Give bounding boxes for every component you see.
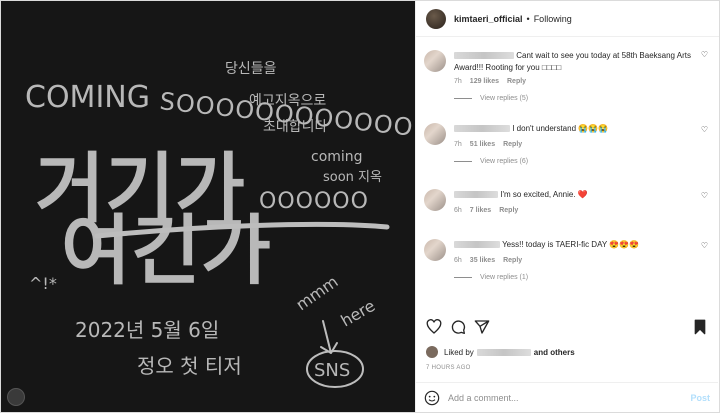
comment-time: 7h (454, 78, 462, 85)
commenter-avatar[interactable] (424, 50, 446, 72)
comment-item: Yess!! today is TAERI-fic DAY 😍😍😍 6h 35 … (416, 229, 718, 297)
reply-button[interactable]: Reply (499, 207, 518, 214)
reply-button[interactable]: Reply (503, 257, 522, 264)
view-replies-label: View replies (1) (480, 274, 529, 281)
action-bar (416, 317, 718, 339)
reply-button[interactable]: Reply (503, 141, 522, 148)
date-text: 2022년 5월 6일 (75, 318, 219, 342)
comments-list: Cant wait to see you today at 58th Baeks… (416, 38, 718, 308)
comment-item: I don't understand 😭😭😭 7h 51 likes Reply… (416, 113, 718, 179)
comment-emoji: 😭😭😭 (578, 124, 609, 133)
chalk-artwork: COMING SOOOOOOOOOOOO OOOOOO 당신들을 예고지옥으로 … (25, 61, 415, 388)
post-image[interactable]: COMING SOOOOOOOOOOOO OOOOOO 당신들을 예고지옥으로 … (1, 1, 415, 412)
commenter-name-redacted[interactable] (454, 241, 500, 249)
comment-text-row: I'm so excited, Annie. ❤️ (454, 189, 694, 201)
following-button[interactable]: Following (534, 14, 572, 24)
post-comment-button[interactable]: Post (690, 393, 710, 403)
comment-meta: 6h 7 likes Reply (454, 207, 694, 214)
instagram-post: COMING SOOOOOOOOOOOO OOOOOO 당신들을 예고지옥으로 … (0, 0, 720, 413)
comment-emoji: □□□□ (541, 63, 562, 72)
add-comment-bar: Post (416, 382, 718, 412)
like-heart-icon[interactable] (426, 319, 442, 335)
view-replies-label: View replies (5) (480, 95, 529, 102)
sns-text: SNS (314, 360, 350, 381)
replies-line (454, 98, 472, 99)
comment-emoji: 😍😍😍 (609, 240, 640, 249)
liked-by-prefix: Liked by (444, 347, 474, 357)
commenter-name-redacted[interactable] (454, 125, 510, 133)
teaser-text: 정오 첫 티저 (137, 354, 242, 378)
liker-name-redacted[interactable] (476, 348, 531, 356)
comment-meta: 7h 51 likes Reply (454, 141, 694, 148)
post-side-panel: kimtaeri_official • Following Cant wait … (415, 1, 719, 412)
share-icon[interactable] (474, 319, 490, 335)
emoji-smiley-icon[interactable] (424, 390, 440, 406)
coming-small-text: coming (311, 149, 363, 165)
view-replies-label: View replies (6) (480, 158, 529, 165)
commenter-avatar[interactable] (424, 123, 446, 145)
likes-and-others-link[interactable]: and others (534, 348, 575, 357)
comment-like-heart-icon[interactable]: ♡ (701, 50, 708, 59)
commenter-name-redacted[interactable] (454, 52, 514, 60)
comment-like-heart-icon[interactable]: ♡ (701, 125, 708, 134)
author-username[interactable]: kimtaeri_official (454, 14, 523, 24)
comment-text-row: I don't understand 😭😭😭 (454, 123, 694, 135)
view-replies-button[interactable]: View replies (1) (454, 274, 694, 281)
korean-line-1: 당신들을 (225, 61, 277, 77)
save-bookmark-icon[interactable] (692, 319, 708, 335)
soon-text: soon 지옥 (323, 170, 382, 185)
comment-time: 6h (454, 257, 462, 264)
comment-text-row: Yess!! today is TAERI-fic DAY 😍😍😍 (454, 239, 694, 251)
mmm-text: mmm (292, 272, 341, 314)
comment-item: Cant wait to see you today at 58th Baeks… (416, 38, 718, 113)
comment-like-heart-icon[interactable]: ♡ (701, 241, 708, 250)
likes-summary: Liked by and others (426, 346, 575, 358)
comment-meta: 7h 129 likes Reply (454, 78, 694, 85)
ooo-text: OOOOOO (259, 189, 369, 214)
coming-text: COMING (25, 80, 150, 115)
header-separator: • (526, 13, 530, 24)
view-replies-button[interactable]: View replies (6) (454, 158, 694, 165)
comment-meta: 6h 35 likes Reply (454, 257, 694, 264)
commenter-name-redacted[interactable] (454, 191, 498, 199)
comment-emoji: ❤️ (577, 190, 588, 199)
profile-corner-icon (7, 388, 25, 406)
comment-likes[interactable]: 35 likes (470, 257, 495, 264)
replies-line (454, 277, 472, 278)
commenter-avatar[interactable] (424, 239, 446, 261)
headline-line-2: 여긴가 (61, 206, 271, 295)
comment-icon[interactable] (450, 319, 466, 335)
comment-likes[interactable]: 51 likes (470, 141, 495, 148)
comment-text-row: Cant wait to see you today at 58th Baeks… (454, 50, 694, 74)
korean-line-2: 예고지옥으로 (249, 93, 326, 109)
reply-button[interactable]: Reply (507, 78, 526, 85)
author-avatar[interactable] (426, 8, 446, 29)
comment-likes[interactable]: 129 likes (470, 78, 499, 85)
view-replies-button[interactable]: View replies (5) (454, 95, 694, 102)
comment-input[interactable] (448, 392, 691, 403)
comment-likes[interactable]: 7 likes (470, 207, 491, 214)
arrow-stroke (320, 320, 338, 354)
comment-text: I'm so excited, Annie. (500, 190, 576, 199)
replies-line (454, 161, 472, 162)
liker-avatar[interactable] (426, 346, 438, 358)
comment-time: 6h (454, 207, 462, 214)
comment-text: I don't understand (512, 124, 577, 133)
comment-time: 7h (454, 141, 462, 148)
commenter-avatar[interactable] (424, 189, 446, 211)
post-timestamp: 7 HOURS AGO (426, 365, 471, 371)
doodle-text: ^!* (29, 274, 57, 293)
comment-text: Yess!! today is TAERI-fic DAY (502, 240, 608, 249)
korean-line-3: 초대합니다 (263, 119, 328, 135)
comment-like-heart-icon[interactable]: ♡ (701, 191, 708, 200)
comment-item: I'm so excited, Annie. ❤️ 6h 7 likes Rep… (416, 179, 718, 229)
here-text: here (338, 296, 379, 330)
post-header: kimtaeri_official • Following (416, 1, 719, 37)
